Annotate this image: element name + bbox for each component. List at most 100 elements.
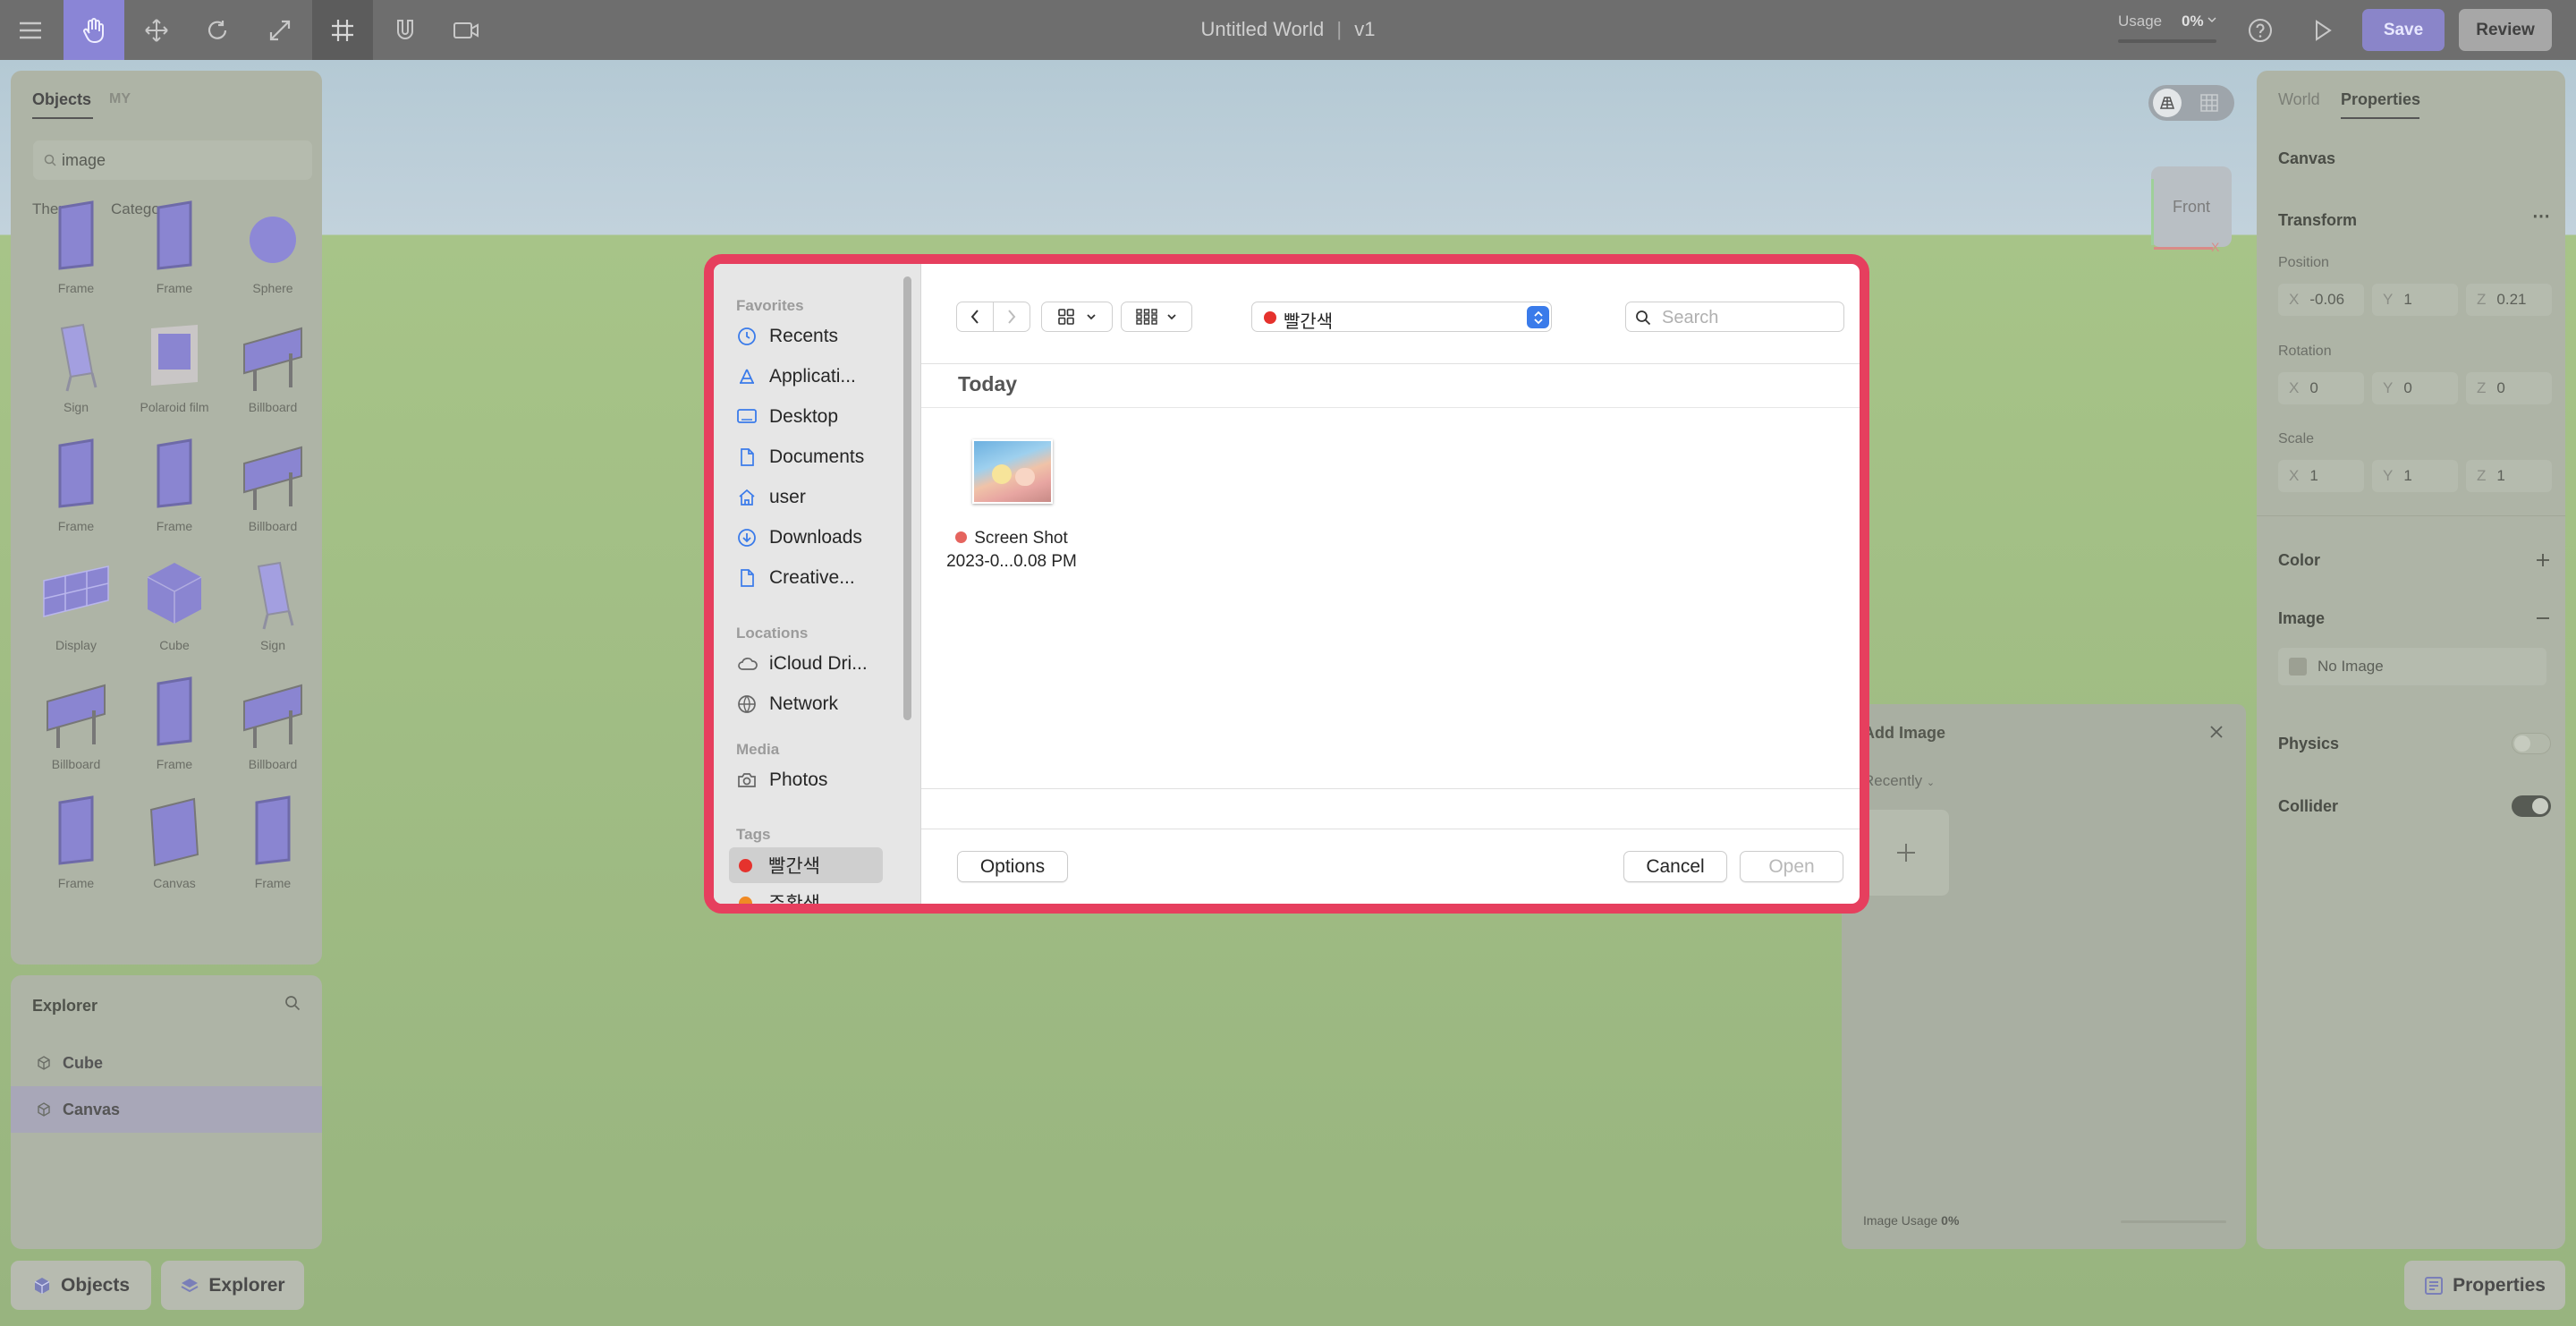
help-button[interactable] — [2230, 0, 2291, 60]
world-name[interactable]: Untitled World — [1201, 18, 1325, 40]
tags-heading: Tags — [736, 826, 771, 843]
rotation-y-field[interactable]: Y0 — [2372, 372, 2458, 404]
file-name: Screen Shot 2023-0...0.08 PM — [939, 527, 1084, 574]
object-label: Canvas — [153, 876, 196, 890]
sidebar-item-download[interactable]: Downloads — [729, 520, 883, 556]
explorer-button-label: Explorer — [208, 1274, 285, 1296]
sidebar-item-home[interactable]: user — [729, 480, 883, 515]
add-image-tile[interactable] — [1863, 810, 1949, 896]
object-search-input[interactable]: image — [33, 140, 312, 180]
object-item-frame[interactable]: Frame — [27, 771, 125, 890]
desktop-icon — [736, 406, 758, 428]
object-item-frame[interactable]: Frame — [125, 414, 224, 533]
file-item[interactable]: Screen Shot 2023-0...0.08 PM — [939, 439, 1084, 591]
scale-x-field[interactable]: X1 — [2278, 460, 2364, 492]
object-item-polaroid-film[interactable]: Polaroid film — [125, 295, 224, 414]
chevron-down-icon[interactable] — [2207, 16, 2216, 23]
clock-icon — [736, 326, 758, 347]
objects-button[interactable]: Objects — [11, 1261, 151, 1310]
perspective-icon[interactable] — [2153, 89, 2182, 117]
grid-view-icon[interactable] — [2199, 92, 2220, 114]
sidebar-item-desktop[interactable]: Desktop — [729, 399, 883, 435]
cancel-button[interactable]: Cancel — [1623, 851, 1727, 882]
sidebar-item-globe[interactable]: Network — [729, 686, 883, 722]
group-button[interactable] — [1121, 302, 1192, 332]
options-button[interactable]: Options — [957, 851, 1068, 882]
open-button[interactable]: Open — [1740, 851, 1843, 882]
position-y-field[interactable]: Y1 — [2372, 284, 2458, 316]
scale-z-field[interactable]: Z1 — [2466, 460, 2552, 492]
sidebar-item-document[interactable]: Documents — [729, 439, 883, 475]
object-item-billboard[interactable]: Billboard — [224, 414, 322, 533]
object-label: Billboard — [248, 757, 298, 771]
object-label: Billboard — [248, 400, 298, 414]
explorer-button[interactable]: Explorer — [161, 1261, 304, 1310]
position-z-field[interactable]: Z 0.21 — [2466, 284, 2552, 316]
dialog-search-input[interactable]: Search — [1625, 302, 1844, 332]
object-label: Billboard — [248, 519, 298, 533]
location-select[interactable]: 빨간색 — [1251, 302, 1552, 332]
sidebar-scrollbar[interactable] — [903, 276, 911, 720]
object-item-sign[interactable]: Sign — [27, 295, 125, 414]
toggle-knob — [2514, 735, 2530, 752]
scale-y-field[interactable]: Y1 — [2372, 460, 2458, 492]
explorer-item-cube[interactable]: Cube — [11, 1040, 322, 1086]
object-item-billboard[interactable]: Billboard — [224, 295, 322, 414]
object-item-frame[interactable]: Frame — [27, 176, 125, 295]
play-button[interactable] — [2292, 0, 2353, 60]
sidebar-item-label: Downloads — [769, 527, 862, 548]
sidebar-tag-item[interactable]: 빨간색 — [729, 847, 883, 883]
search-icon[interactable] — [284, 995, 301, 1011]
rotation-label: Rotation — [2278, 344, 2332, 359]
close-icon[interactable] — [2208, 724, 2224, 740]
forward-button[interactable] — [993, 302, 1030, 332]
tab-properties[interactable]: Properties — [2341, 90, 2420, 109]
rotation-z-field[interactable]: Z0 — [2466, 372, 2552, 404]
tab-world[interactable]: World — [2278, 90, 2320, 109]
object-item-sign[interactable]: Sign — [224, 533, 322, 652]
sidebar-item-file[interactable]: Creative... — [729, 560, 883, 596]
review-button[interactable]: Review — [2459, 9, 2552, 51]
minus-icon[interactable] — [2535, 610, 2551, 626]
object-item-frame[interactable]: Frame — [125, 652, 224, 771]
sidebar-item-camera[interactable]: Photos — [729, 762, 883, 798]
add-image-title: Add Image — [1863, 724, 1946, 742]
sidebar-item-applications[interactable]: Applicati... — [729, 359, 883, 395]
object-label: Display — [55, 638, 97, 652]
back-button[interactable] — [956, 302, 994, 332]
axis-label: Z — [2477, 379, 2487, 396]
recently-filter[interactable]: Recently ⌄ — [1863, 772, 1935, 790]
object-item-frame[interactable]: Frame — [27, 414, 125, 533]
view-mode-button[interactable] — [1041, 302, 1113, 332]
current-folder: 빨간색 — [1284, 312, 1334, 332]
properties-button[interactable]: Properties — [2404, 1261, 2565, 1310]
object-label: Frame — [57, 281, 95, 295]
image-picker[interactable]: No Image — [2278, 648, 2546, 685]
object-item-billboard[interactable]: Billboard — [27, 652, 125, 771]
save-button[interactable]: Save — [2362, 9, 2445, 51]
more-options-icon[interactable]: ⋯ — [2532, 205, 2550, 227]
sidebar-item-clock[interactable]: Recents — [729, 319, 883, 354]
collider-toggle[interactable] — [2512, 795, 2551, 817]
tab-my[interactable]: MY — [109, 91, 131, 107]
explorer-item-canvas[interactable]: Canvas — [11, 1086, 322, 1133]
object-item-sphere[interactable]: Sphere — [224, 176, 322, 295]
object-item-cube[interactable]: Cube — [125, 533, 224, 652]
axis-label: Y — [2383, 467, 2394, 484]
object-item-frame[interactable]: Frame — [224, 771, 322, 890]
rotation-x-field[interactable]: X0 — [2278, 372, 2364, 404]
favorites-heading: Favorites — [736, 297, 804, 314]
sidebar-tag-item[interactable]: 주황색 — [729, 885, 883, 904]
view-mode-toggle[interactable] — [2148, 85, 2234, 121]
object-item-frame[interactable]: Frame — [125, 176, 224, 295]
position-x-field[interactable]: X -0.06 — [2278, 284, 2364, 316]
view-cube[interactable]: Front — [2151, 166, 2232, 247]
tab-objects[interactable]: Objects — [32, 90, 91, 109]
plus-icon[interactable] — [2535, 552, 2551, 568]
object-item-display[interactable]: Display — [27, 533, 125, 652]
sidebar-item-cloud[interactable]: iCloud Dri... — [729, 646, 883, 682]
usage-value[interactable]: 0% — [2182, 13, 2204, 30]
object-item-billboard[interactable]: Billboard — [224, 652, 322, 771]
object-item-canvas[interactable]: Canvas — [125, 771, 224, 890]
physics-toggle[interactable] — [2512, 733, 2551, 754]
